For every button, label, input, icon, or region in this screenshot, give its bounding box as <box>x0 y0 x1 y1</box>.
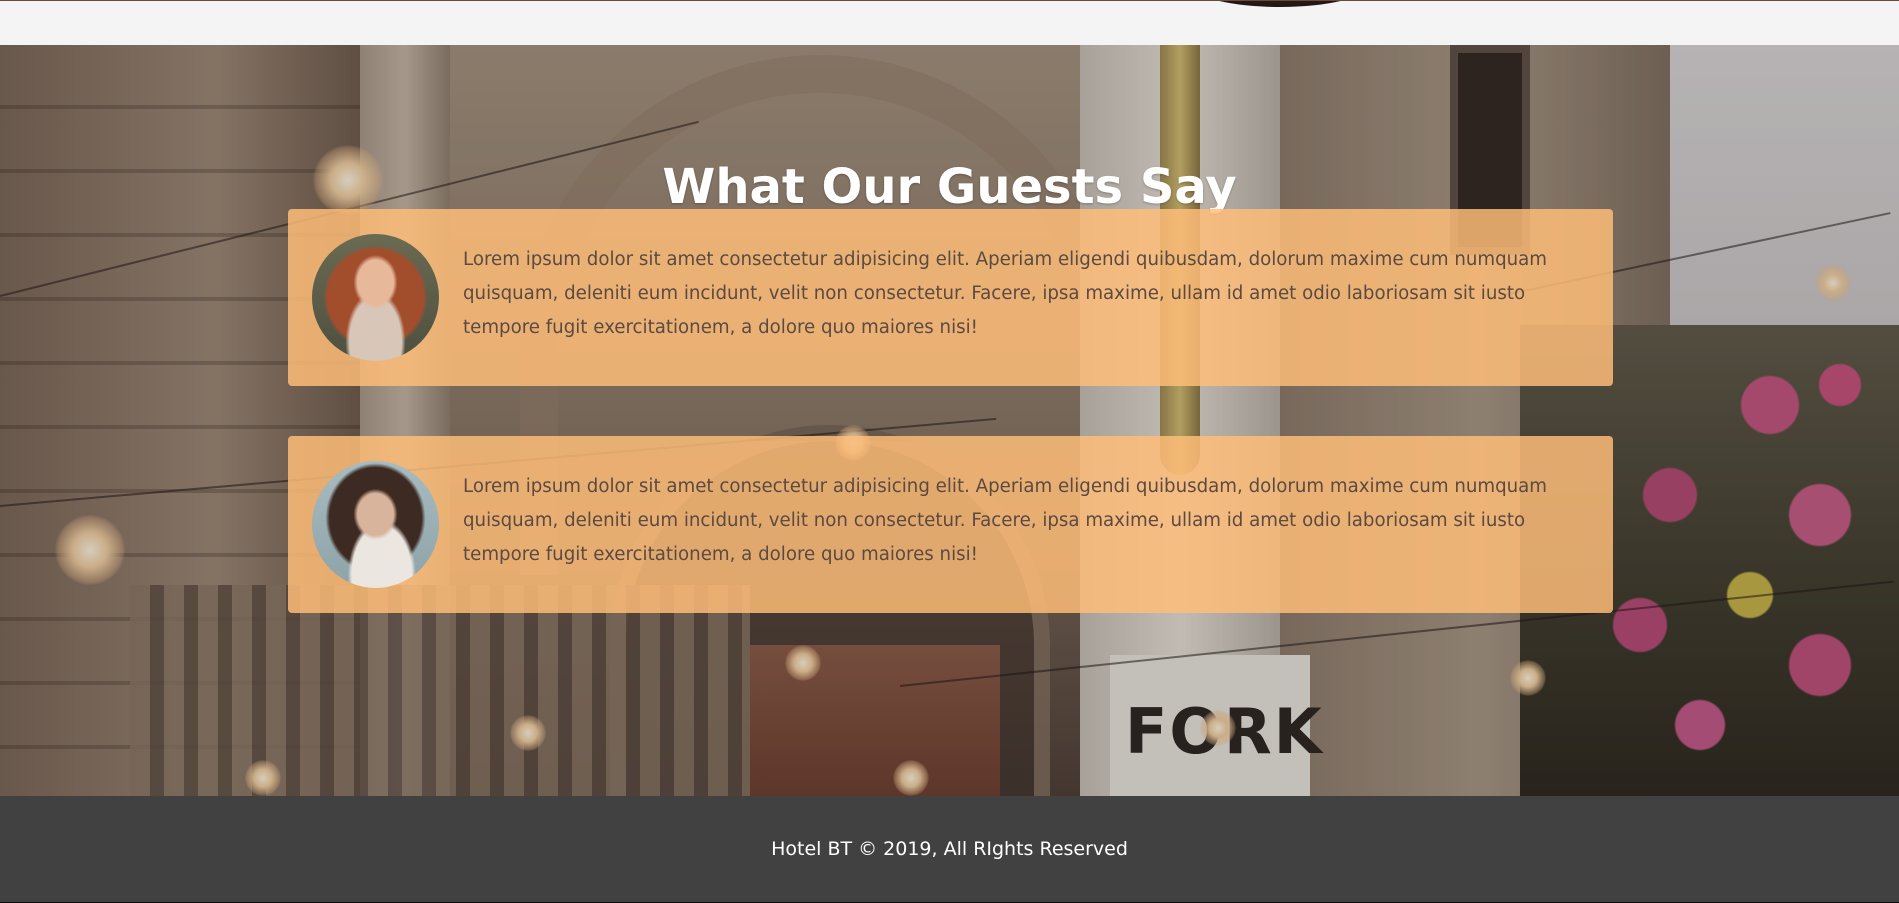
testimonial-text: Lorem ipsum dolor sit amet consectetur a… <box>463 476 1548 565</box>
avatar <box>312 234 439 361</box>
testimonial-card: Lorem ipsum dolor sit amet consectetur a… <box>288 436 1613 613</box>
top-strip <box>0 0 1899 45</box>
testimonial-card: Lorem ipsum dolor sit amet consectetur a… <box>288 209 1613 386</box>
footer: Hotel BT © 2019, All RIghts Reserved <box>0 796 1899 903</box>
testimonial-text: Lorem ipsum dolor sit amet consectetur a… <box>463 249 1548 338</box>
footer-copyright: Hotel BT © 2019, All RIghts Reserved <box>771 838 1128 860</box>
testimonials-section: FORK What Our Guests Say <box>0 45 1899 796</box>
avatar <box>312 461 439 588</box>
logo-edge <box>1190 1 1370 7</box>
section-title: What Our Guests Say <box>662 159 1237 215</box>
background-dim-overlay <box>0 45 1899 796</box>
